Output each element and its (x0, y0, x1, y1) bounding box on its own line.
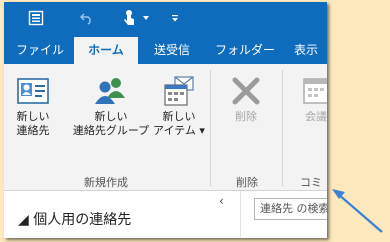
annotation-arrow-icon (332, 189, 383, 233)
